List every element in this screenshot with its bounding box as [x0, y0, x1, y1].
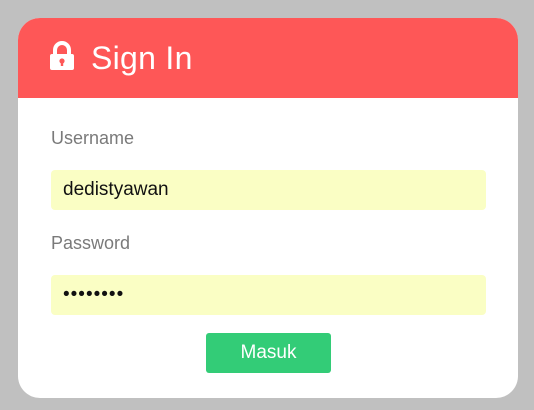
lock-icon: [49, 41, 75, 71]
password-label: Password: [51, 233, 131, 253]
submit-button[interactable]: Masuk: [206, 333, 331, 373]
sign-in-card: Sign In Username Password Masuk: [18, 18, 518, 398]
username-label: Username: [51, 128, 135, 148]
page-title: Sign In: [91, 39, 193, 76]
password-input[interactable]: [51, 275, 486, 315]
username-input[interactable]: [51, 170, 486, 210]
card-header: Sign In: [18, 18, 518, 98]
